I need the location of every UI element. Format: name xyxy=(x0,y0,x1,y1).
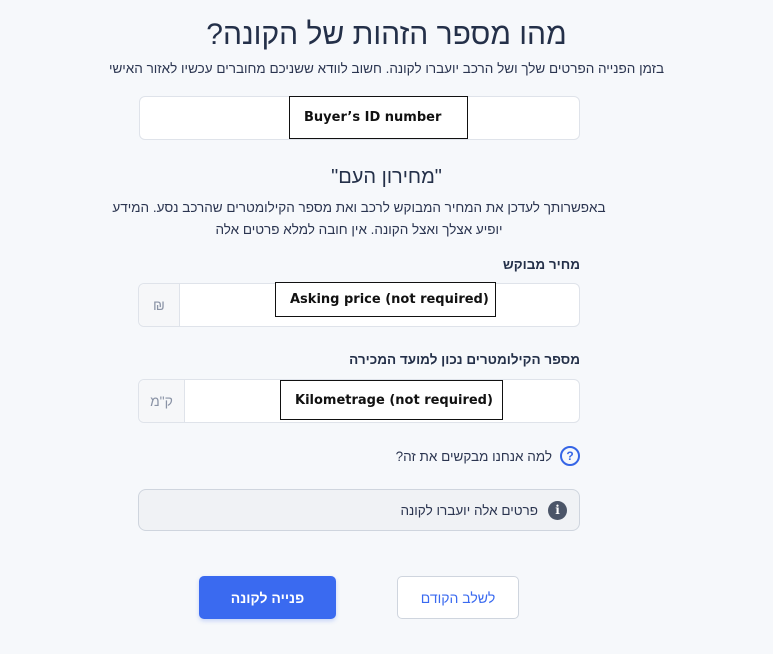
asking-price-annotation: Asking price (not required) xyxy=(275,282,496,317)
why-we-ask-link[interactable]: ? למה אנחנו מבקשים את זה? xyxy=(380,444,580,468)
section-description: באפשרותך לעדכן את המחיר המבוקש לרכב ואת … xyxy=(112,200,606,237)
info-notice: i פרטים אלה יועברו לקונה xyxy=(138,489,580,531)
page-subtitle: בזמן הפנייה הפרטים שלך ושל הרכב יועברו ל… xyxy=(108,61,665,76)
km-unit-addon: ק"מ xyxy=(139,380,185,422)
contact-buyer-button[interactable]: פנייה לקונה xyxy=(199,576,336,619)
page: מהו מספר הזהות של הקונה? בזמן הפנייה הפר… xyxy=(0,0,773,654)
question-circle-icon: ? xyxy=(560,446,580,466)
kilometrage-label: מספר הקילומטרים נכון למועד המכירה xyxy=(349,352,580,367)
shekel-icon: ₪ xyxy=(139,284,180,326)
why-we-ask-text: למה אנחנו מבקשים את זה? xyxy=(395,448,552,464)
section-title: "מחירון העם" xyxy=(331,166,442,188)
previous-step-button[interactable]: לשלב הקודם xyxy=(397,576,519,619)
page-title: מהו מספר הזהות של הקונה? xyxy=(206,18,567,51)
buyer-id-annotation: Buyer’s ID number xyxy=(289,96,468,139)
kilometrage-annotation: Kilometrage (not required) xyxy=(280,380,503,420)
info-icon: i xyxy=(548,500,567,520)
asking-price-label: מחיר מבוקש xyxy=(502,257,580,272)
info-notice-text: פרטים אלה יועברו לקונה xyxy=(400,502,538,518)
